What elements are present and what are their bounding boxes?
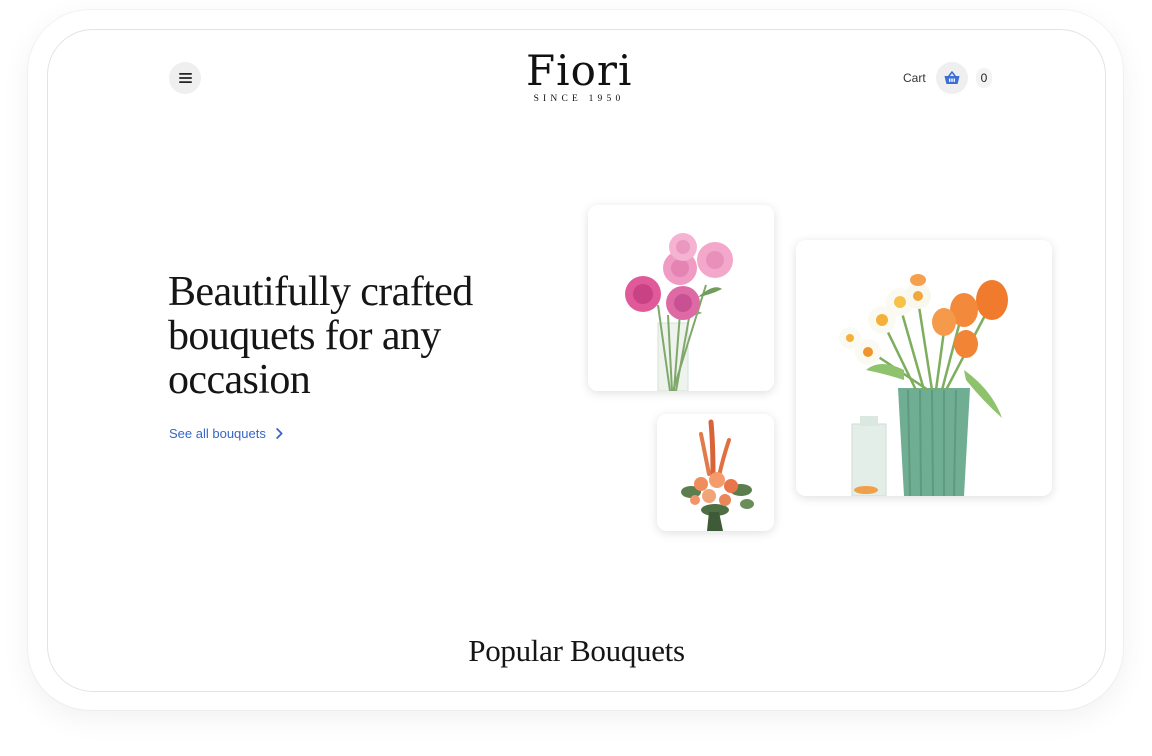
rose-bouquet-image [657, 414, 774, 531]
see-all-bouquets-link[interactable]: See all bouquets [169, 426, 283, 441]
basket-icon [944, 71, 960, 84]
hamburger-menu-icon [178, 73, 192, 83]
popular-bouquets-heading: Popular Bouquets [468, 633, 685, 668]
cart-count-badge: 0 [976, 68, 992, 88]
peony-bouquet-image [588, 205, 774, 391]
bouquet-card-peonies[interactable] [588, 205, 774, 391]
cart-button[interactable] [936, 62, 968, 94]
menu-button[interactable] [169, 62, 201, 94]
bouquet-card-daffodils[interactable] [796, 240, 1052, 496]
brand-logo[interactable]: Fiori SINCE 1950 [526, 46, 633, 105]
bouquet-card-roses[interactable] [657, 414, 774, 531]
see-all-bouquets-label: See all bouquets [169, 426, 266, 441]
daffodil-bouquet-image [796, 240, 1052, 496]
app-screen: Fiori SINCE 1950 Cart 0 Beautifully craf… [47, 29, 1106, 692]
brand-name: Fiori [526, 46, 633, 95]
hero-title: Beautifully crafted bouquets for any occ… [168, 269, 473, 403]
brand-tagline: SINCE 1950 [533, 94, 625, 104]
cart-label[interactable]: Cart [903, 71, 926, 85]
chevron-right-icon [276, 428, 283, 439]
